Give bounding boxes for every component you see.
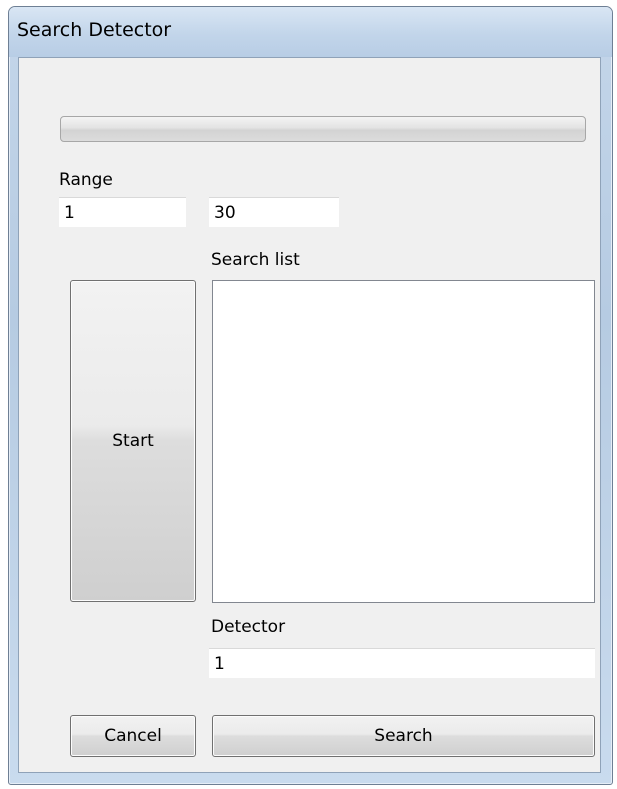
detector-field[interactable]: 1 (209, 648, 595, 678)
window-title: Search Detector (17, 19, 172, 41)
title-bar[interactable]: Search Detector (9, 7, 612, 57)
search-button[interactable]: Search (212, 715, 595, 757)
range-from-field[interactable]: 1 (59, 197, 186, 227)
dialog-client-area: Range 1 30 Search list Start Detector 1 … (18, 57, 601, 773)
detector-label: Detector (211, 617, 286, 637)
search-list[interactable] (212, 280, 595, 603)
search-progress-bar (60, 116, 586, 142)
cancel-button[interactable]: Cancel (70, 715, 196, 757)
search-list-label: Search list (211, 250, 300, 270)
range-to-field[interactable]: 30 (209, 197, 339, 227)
start-button[interactable]: Start (70, 280, 196, 602)
search-detector-window: Search Detector Range 1 30 Search list S… (8, 6, 613, 785)
range-label: Range (59, 170, 113, 190)
